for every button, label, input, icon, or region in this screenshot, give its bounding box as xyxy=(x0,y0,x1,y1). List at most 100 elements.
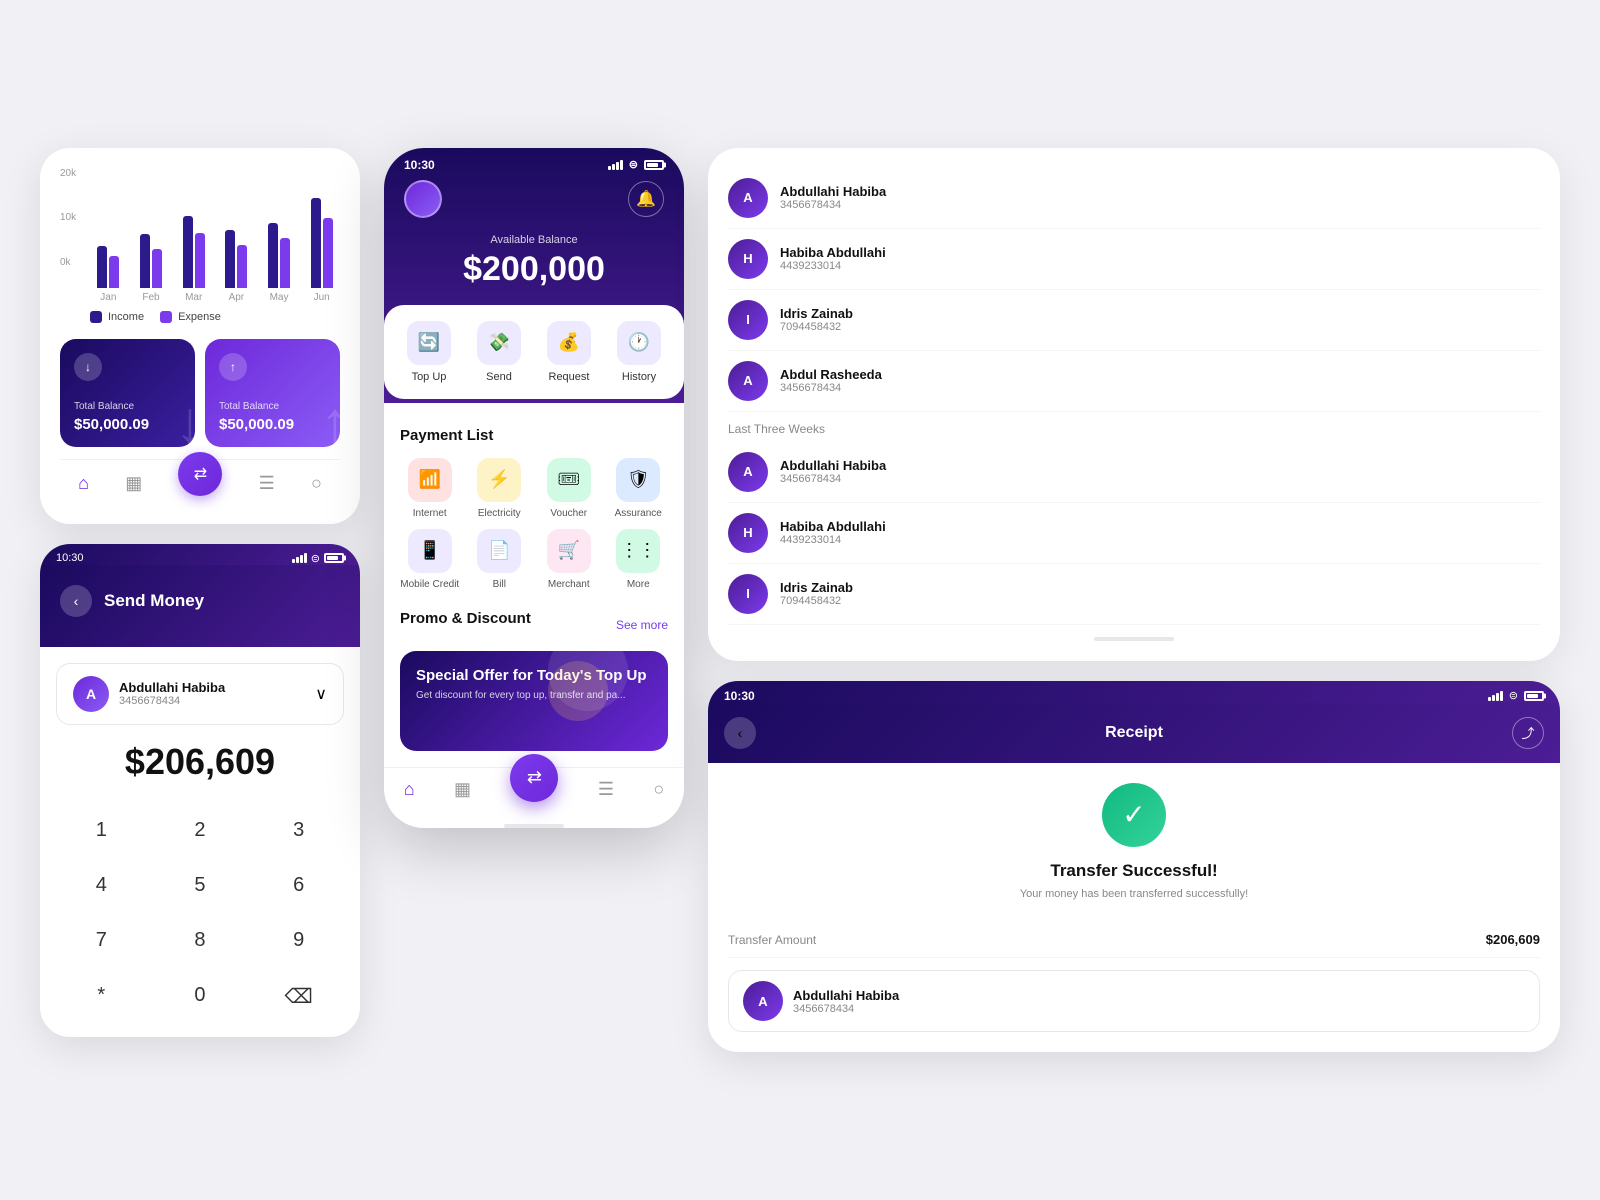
notification-bell-button[interactable]: 🔔 xyxy=(628,181,664,217)
contact-name-3: Idris Zainab xyxy=(780,306,853,321)
main-nav-home-icon[interactable]: ⌂ xyxy=(404,779,415,800)
main-status-bar: 10:30 ⊜ xyxy=(404,148,664,180)
main-profile-row: 🔔 xyxy=(404,180,664,218)
send-status-bar: 10:30 ⊜ xyxy=(40,544,360,565)
contact-phone-1: 3456678434 xyxy=(780,199,886,211)
payment-electricity[interactable]: ⚡ Electricity xyxy=(470,458,530,519)
y-label-0k: 0k xyxy=(60,257,76,268)
week-avatar-3: I xyxy=(728,574,768,614)
numpad-8[interactable]: 8 xyxy=(155,917,246,964)
assurance-label: Assurance xyxy=(615,508,662,519)
numpad-3[interactable]: 3 xyxy=(253,807,344,854)
week-phone-1: 3456678434 xyxy=(780,473,886,485)
x-feb: Feb xyxy=(133,292,170,303)
main-nav-profile-icon[interactable]: ○ xyxy=(653,779,664,800)
request-icon-wrap: 💰 xyxy=(547,321,591,365)
payment-bill[interactable]: 📄 Bill xyxy=(470,529,530,590)
transfer-label: Transfer Amount xyxy=(728,933,816,947)
numpad-1[interactable]: 1 xyxy=(56,807,147,854)
nav-profile-icon[interactable]: ○ xyxy=(311,473,322,494)
action-history[interactable]: 🕐 History xyxy=(617,321,661,383)
internet-label: Internet xyxy=(413,508,447,519)
right-column: A Abdullahi Habiba 3456678434 H Habiba A… xyxy=(708,148,1560,1052)
numpad-6[interactable]: 6 xyxy=(253,862,344,909)
send-money-title: Send Money xyxy=(104,591,204,611)
send-amount: $206,609 xyxy=(56,741,344,783)
nav-chart-icon[interactable]: ▦ xyxy=(125,473,142,494)
numpad-9[interactable]: 9 xyxy=(253,917,344,964)
request-label: Request xyxy=(549,371,590,383)
numpad-star[interactable]: * xyxy=(56,972,147,1021)
main-phone: 10:30 ⊜ 🔔 xyxy=(384,148,684,828)
mobile-credit-label: Mobile Credit xyxy=(400,579,459,590)
week-contact-row-1: A Abdullahi Habiba 3456678434 xyxy=(728,442,1540,503)
payment-more[interactable]: ⋮⋮ More xyxy=(609,529,669,590)
more-icon: ⋮⋮ xyxy=(616,529,660,573)
payment-voucher[interactable]: 🎟 Voucher xyxy=(539,458,599,519)
chart-area: 20k 10k 0k Jan Feb xyxy=(60,168,340,323)
promo-title: Promo & Discount xyxy=(400,610,531,627)
send-money-card: 10:30 ⊜ ‹ Send Money A xyxy=(40,544,360,1037)
x-apr: Apr xyxy=(218,292,255,303)
left-column: 20k 10k 0k Jan Feb xyxy=(40,148,360,1037)
payment-merchant[interactable]: 🛒 Merchant xyxy=(539,529,599,590)
contact-phone-3: 7094458432 xyxy=(780,321,853,333)
assurance-icon: 🛡 xyxy=(616,458,660,502)
main-body: Payment List 📶 Internet ⚡ Electricity 🎟 … xyxy=(384,403,684,767)
main-fab-button[interactable]: ⇄ xyxy=(510,754,558,802)
expense-label: Expense xyxy=(178,311,221,323)
recipient-phone: 3456678434 xyxy=(119,695,305,707)
action-topup[interactable]: 🔄 Top Up xyxy=(407,321,451,383)
contacts-scroll-indicator xyxy=(1094,637,1174,641)
numpad-7[interactable]: 7 xyxy=(56,917,147,964)
recipient-avatar: A xyxy=(73,676,109,712)
main-bottom-nav: ⌂ ▦ ⇄ ☰ ○ xyxy=(384,767,684,818)
numpad-4[interactable]: 4 xyxy=(56,862,147,909)
nav-list-icon[interactable]: ☰ xyxy=(259,473,275,494)
week-name-2: Habiba Abdullahi xyxy=(780,519,886,534)
main-nav-list-icon[interactable]: ☰ xyxy=(598,779,614,800)
dashboard-card: 20k 10k 0k Jan Feb xyxy=(40,148,360,524)
send-back-button[interactable]: ‹ xyxy=(60,585,92,617)
receipt-success-title: Transfer Successful! xyxy=(728,861,1540,881)
nav-fab-button[interactable]: ⇄ xyxy=(178,452,222,496)
payment-assurance[interactable]: 🛡 Assurance xyxy=(609,458,669,519)
balance-cards: ↓ Total Balance $50,000.09 ↓ ↑ Total Bal… xyxy=(60,339,340,447)
center-column: 10:30 ⊜ 🔔 xyxy=(384,148,684,828)
contact-name-1: Abdullahi Habiba xyxy=(780,184,886,199)
main-profile-pic xyxy=(404,180,442,218)
action-request[interactable]: 💰 Request xyxy=(547,321,591,383)
chart-y-axis: 20k 10k 0k xyxy=(60,168,76,268)
recipient-name: Abdullahi Habiba xyxy=(119,680,305,695)
receipt-title: Receipt xyxy=(1105,724,1163,742)
dropdown-icon: ∨ xyxy=(315,684,327,704)
income-card-amount: $50,000.09 xyxy=(74,416,181,433)
success-checkmark-icon: ✓ xyxy=(1102,783,1166,847)
recipient-selector[interactable]: A Abdullahi Habiba 3456678434 ∨ xyxy=(56,663,344,725)
payment-internet[interactable]: 📶 Internet xyxy=(400,458,460,519)
numpad-delete[interactable]: ⌫ xyxy=(253,972,344,1021)
receipt-share-button[interactable]: ⤴ xyxy=(1512,717,1544,749)
send-money-header: ‹ Send Money xyxy=(40,565,360,647)
see-more-button[interactable]: See more xyxy=(616,618,668,632)
numpad-0[interactable]: 0 xyxy=(155,972,246,1021)
numpad-2[interactable]: 2 xyxy=(155,807,246,854)
send-label: Send xyxy=(486,371,512,383)
income-icon: ↓ xyxy=(74,353,102,381)
action-send[interactable]: 💸 Send xyxy=(477,321,521,383)
internet-icon: 📶 xyxy=(408,458,452,502)
nav-home-icon[interactable]: ⌂ xyxy=(78,473,89,494)
main-nav-chart-icon[interactable]: ▦ xyxy=(454,779,471,800)
screen-container: 20k 10k 0k Jan Feb xyxy=(0,108,1600,1092)
history-icon-wrap: 🕐 xyxy=(617,321,661,365)
receipt-back-button[interactable]: ‹ xyxy=(724,717,756,749)
topup-icon-wrap: 🔄 xyxy=(407,321,451,365)
numpad-5[interactable]: 5 xyxy=(155,862,246,909)
contact-row-3: I Idris Zainab 7094458432 xyxy=(728,290,1540,351)
merchant-icon: 🛒 xyxy=(547,529,591,573)
send-money-body: A Abdullahi Habiba 3456678434 ∨ $206,609… xyxy=(40,647,360,1037)
payment-mobile-credit[interactable]: 📱 Mobile Credit xyxy=(400,529,460,590)
x-mar: Mar xyxy=(175,292,212,303)
receipt-recipient-avatar: A xyxy=(743,981,783,1021)
topup-label: Top Up xyxy=(412,371,447,383)
